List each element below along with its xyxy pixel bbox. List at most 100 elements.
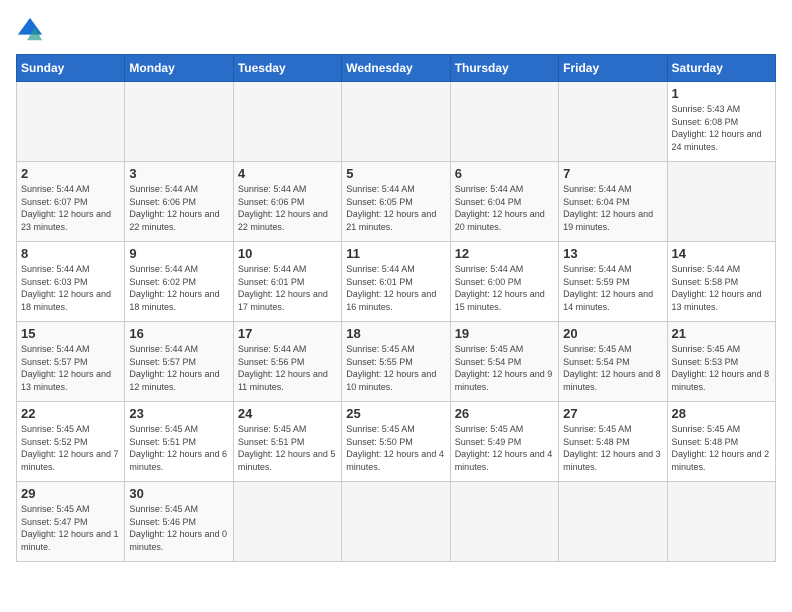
calendar-table: SundayMondayTuesdayWednesdayThursdayFrid… [16,54,776,562]
calendar-cell [667,482,775,562]
day-number: 28 [672,406,771,421]
day-number: 21 [672,326,771,341]
calendar-cell: 3 Sunrise: 5:44 AM Sunset: 6:06 PM Daylig… [125,162,233,242]
calendar-week-5: 29 Sunrise: 5:45 AM Sunset: 5:47 PM Dayli… [17,482,776,562]
logo [16,16,48,44]
day-number: 2 [21,166,120,181]
cell-info: Sunrise: 5:44 AM Sunset: 6:00 PM Dayligh… [455,263,554,313]
cell-info: Sunrise: 5:45 AM Sunset: 5:50 PM Dayligh… [346,423,445,473]
day-number: 7 [563,166,662,181]
calendar-cell: 12 Sunrise: 5:44 AM Sunset: 6:00 PM Dayli… [450,242,558,322]
calendar-cell: 21 Sunrise: 5:45 AM Sunset: 5:53 PM Dayli… [667,322,775,402]
day-number: 29 [21,486,120,501]
cell-info: Sunrise: 5:45 AM Sunset: 5:54 PM Dayligh… [455,343,554,393]
calendar-header-wednesday: Wednesday [342,55,450,82]
day-number: 20 [563,326,662,341]
day-number: 13 [563,246,662,261]
calendar-cell [342,82,450,162]
day-number: 17 [238,326,337,341]
cell-info: Sunrise: 5:45 AM Sunset: 5:53 PM Dayligh… [672,343,771,393]
calendar-cell: 14 Sunrise: 5:44 AM Sunset: 5:58 PM Dayli… [667,242,775,322]
calendar-cell: 1 Sunrise: 5:43 AM Sunset: 6:08 PM Daylig… [667,82,775,162]
day-number: 26 [455,406,554,421]
calendar-week-2: 8Sunrise: 5:44 AM Sunset: 6:03 PM Daylig… [17,242,776,322]
cell-info: Sunrise: 5:45 AM Sunset: 5:47 PM Dayligh… [21,503,120,553]
cell-info: Sunrise: 5:44 AM Sunset: 6:05 PM Dayligh… [346,183,445,233]
calendar-cell: 24Sunrise: 5:45 AM Sunset: 5:51 PM Dayli… [233,402,341,482]
calendar-header-thursday: Thursday [450,55,558,82]
cell-info: Sunrise: 5:44 AM Sunset: 6:06 PM Dayligh… [238,183,337,233]
calendar-cell-empty [667,162,775,242]
cell-info: Sunrise: 5:44 AM Sunset: 5:58 PM Dayligh… [672,263,771,313]
day-number: 15 [21,326,120,341]
calendar-cell: 10 Sunrise: 5:44 AM Sunset: 6:01 PM Dayli… [233,242,341,322]
day-number: 27 [563,406,662,421]
calendar-week-4: 22Sunrise: 5:45 AM Sunset: 5:52 PM Dayli… [17,402,776,482]
day-number: 19 [455,326,554,341]
calendar-cell [450,82,558,162]
calendar-cell [559,82,667,162]
cell-info: Sunrise: 5:44 AM Sunset: 6:04 PM Dayligh… [563,183,662,233]
day-number: 23 [129,406,228,421]
calendar-cell: 9 Sunrise: 5:44 AM Sunset: 6:02 PM Daylig… [125,242,233,322]
calendar-cell: 20 Sunrise: 5:45 AM Sunset: 5:54 PM Dayli… [559,322,667,402]
day-number: 4 [238,166,337,181]
calendar-cell: 19 Sunrise: 5:45 AM Sunset: 5:54 PM Dayli… [450,322,558,402]
day-number: 24 [238,406,337,421]
cell-info: Sunrise: 5:45 AM Sunset: 5:46 PM Dayligh… [129,503,228,553]
cell-info: Sunrise: 5:45 AM Sunset: 5:48 PM Dayligh… [672,423,771,473]
calendar-cell [125,82,233,162]
calendar-cell [342,482,450,562]
cell-info: Sunrise: 5:44 AM Sunset: 5:57 PM Dayligh… [129,343,228,393]
calendar-cell: 13Sunrise: 5:44 AM Sunset: 5:59 PM Dayli… [559,242,667,322]
calendar-week-3: 15 Sunrise: 5:44 AM Sunset: 5:57 PM Dayli… [17,322,776,402]
cell-info: Sunrise: 5:44 AM Sunset: 6:01 PM Dayligh… [346,263,445,313]
cell-info: Sunrise: 5:45 AM Sunset: 5:54 PM Dayligh… [563,343,662,393]
cell-info: Sunrise: 5:45 AM Sunset: 5:48 PM Dayligh… [563,423,662,473]
cell-info: Sunrise: 5:44 AM Sunset: 6:03 PM Dayligh… [21,263,120,313]
cell-info: Sunrise: 5:45 AM Sunset: 5:49 PM Dayligh… [455,423,554,473]
cell-info: Sunrise: 5:44 AM Sunset: 5:57 PM Dayligh… [21,343,120,393]
day-number: 10 [238,246,337,261]
day-number: 22 [21,406,120,421]
cell-info: Sunrise: 5:44 AM Sunset: 6:02 PM Dayligh… [129,263,228,313]
calendar-cell: 8Sunrise: 5:44 AM Sunset: 6:03 PM Daylig… [17,242,125,322]
calendar-cell: 11Sunrise: 5:44 AM Sunset: 6:01 PM Dayli… [342,242,450,322]
day-number: 12 [455,246,554,261]
cell-info: Sunrise: 5:44 AM Sunset: 6:01 PM Dayligh… [238,263,337,313]
calendar-cell: 16Sunrise: 5:44 AM Sunset: 5:57 PM Dayli… [125,322,233,402]
cell-info: Sunrise: 5:44 AM Sunset: 5:56 PM Dayligh… [238,343,337,393]
calendar-cell: 7 Sunrise: 5:44 AM Sunset: 6:04 PM Daylig… [559,162,667,242]
header [16,16,776,44]
day-number: 1 [672,86,771,101]
calendar-header-monday: Monday [125,55,233,82]
cell-info: Sunrise: 5:45 AM Sunset: 5:55 PM Dayligh… [346,343,445,393]
day-number: 9 [129,246,228,261]
calendar-cell: 26 Sunrise: 5:45 AM Sunset: 5:49 PM Dayli… [450,402,558,482]
calendar-cell: 6Sunrise: 5:44 AM Sunset: 6:04 PM Daylig… [450,162,558,242]
calendar-cell: 27 Sunrise: 5:45 AM Sunset: 5:48 PM Dayli… [559,402,667,482]
calendar-cell [559,482,667,562]
day-number: 25 [346,406,445,421]
day-number: 5 [346,166,445,181]
cell-info: Sunrise: 5:44 AM Sunset: 6:04 PM Dayligh… [455,183,554,233]
day-number: 3 [129,166,228,181]
calendar-cell: 25 Sunrise: 5:45 AM Sunset: 5:50 PM Dayli… [342,402,450,482]
cell-info: Sunrise: 5:44 AM Sunset: 6:07 PM Dayligh… [21,183,120,233]
calendar-cell: 28 Sunrise: 5:45 AM Sunset: 5:48 PM Dayli… [667,402,775,482]
calendar-cell: 29 Sunrise: 5:45 AM Sunset: 5:47 PM Dayli… [17,482,125,562]
day-number: 18 [346,326,445,341]
calendar-header-sunday: Sunday [17,55,125,82]
day-number: 14 [672,246,771,261]
calendar-header-tuesday: Tuesday [233,55,341,82]
cell-info: Sunrise: 5:43 AM Sunset: 6:08 PM Dayligh… [672,103,771,153]
calendar-cell [17,82,125,162]
calendar-header-saturday: Saturday [667,55,775,82]
calendar-body: 1 Sunrise: 5:43 AM Sunset: 6:08 PM Daylig… [17,82,776,562]
logo-icon [16,16,44,44]
cell-info: Sunrise: 5:44 AM Sunset: 6:06 PM Dayligh… [129,183,228,233]
calendar-week-0: 1 Sunrise: 5:43 AM Sunset: 6:08 PM Daylig… [17,82,776,162]
calendar-cell: 5 Sunrise: 5:44 AM Sunset: 6:05 PM Daylig… [342,162,450,242]
calendar-cell: 23Sunrise: 5:45 AM Sunset: 5:51 PM Dayli… [125,402,233,482]
calendar-cell: 17 Sunrise: 5:44 AM Sunset: 5:56 PM Dayli… [233,322,341,402]
